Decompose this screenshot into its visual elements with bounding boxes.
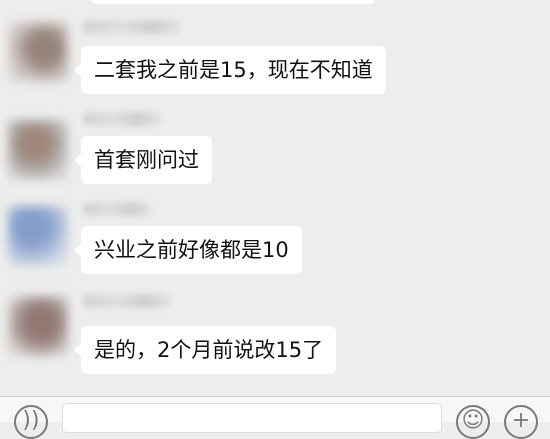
avatar[interactable] <box>8 22 68 82</box>
message-bubble[interactable]: 二套我之前是15，现在不知道 <box>74 46 386 94</box>
message-text: 兴业之前好像都是10 <box>94 238 289 262</box>
sender-name <box>82 20 182 34</box>
avatar[interactable] <box>8 120 68 180</box>
chat-message: 是的，2个月前说改15了 <box>0 278 550 374</box>
plus-icon[interactable]: + <box>504 405 538 439</box>
chat-input-bar: )) ☺ + <box>0 396 550 439</box>
sender-name <box>82 112 162 126</box>
message-bubble[interactable]: 首套刚问过 <box>74 136 212 184</box>
chat-message: 二套我之前是15，现在不知道 <box>0 8 550 98</box>
message-bubble[interactable]: 是的，2个月前说改15了 <box>73 326 337 374</box>
avatar[interactable] <box>8 296 68 356</box>
message-text: 二套我之前是15，现在不知道 <box>94 58 373 82</box>
sender-name <box>82 294 172 308</box>
chat-message-list[interactable]: 二套我之前是15，现在不知道 首套刚问过 兴业之前好像都是10 是的，2个月前说… <box>0 0 550 396</box>
previous-message-bubble[interactable] <box>90 0 375 4</box>
message-bubble[interactable]: 兴业之前好像都是10 <box>74 226 302 274</box>
emoji-icon[interactable]: ☺ <box>456 405 490 439</box>
message-text: 是的，2个月前说改15了 <box>94 338 324 362</box>
message-input[interactable] <box>62 403 442 433</box>
message-text: 首套刚问过 <box>94 148 199 172</box>
voice-icon[interactable]: )) <box>14 405 48 439</box>
chat-message: 兴业之前好像都是10 <box>0 188 550 278</box>
chat-message: 首套刚问过 <box>0 98 550 188</box>
sender-name <box>82 202 152 216</box>
avatar[interactable] <box>8 206 68 266</box>
